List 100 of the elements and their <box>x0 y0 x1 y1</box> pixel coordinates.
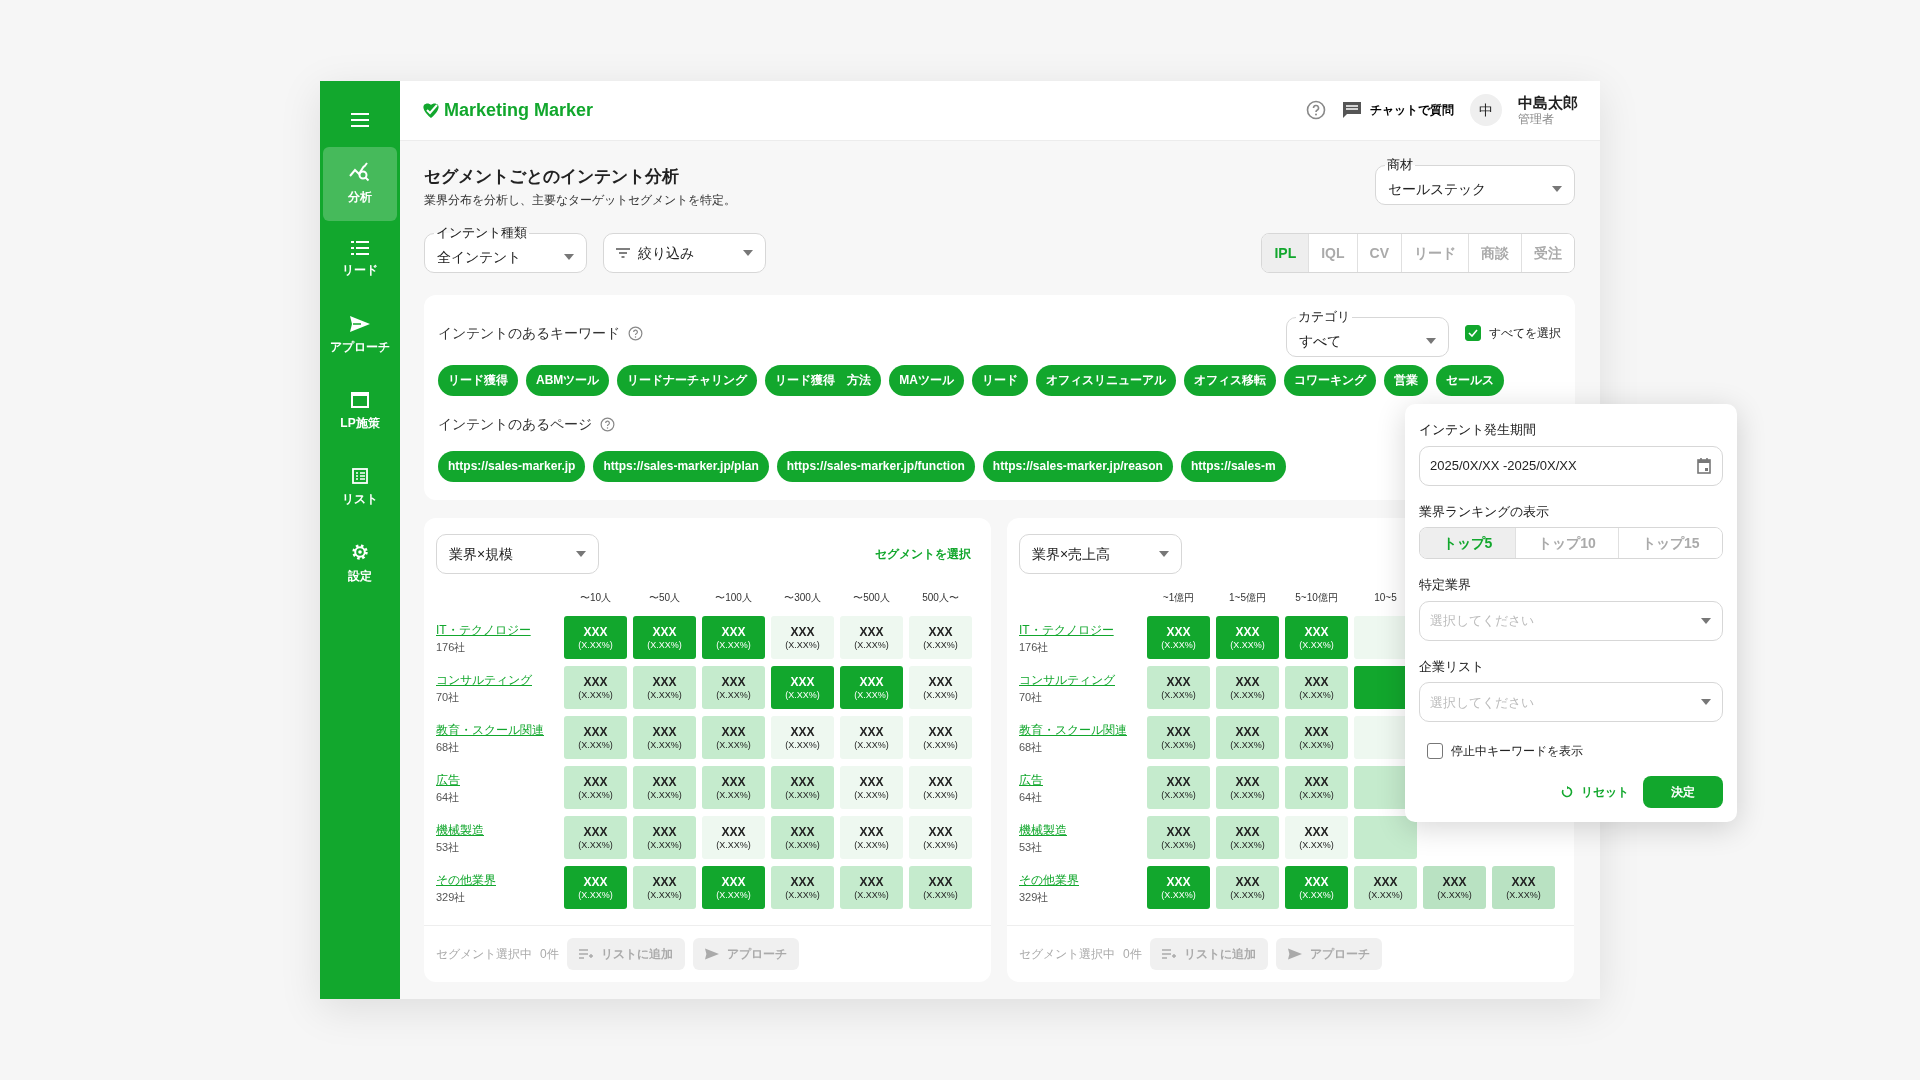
help-icon[interactable] <box>1306 100 1326 121</box>
heatmap-cell[interactable]: XXX (X.XX%) <box>1216 616 1279 660</box>
heatmap-cell[interactable]: XXX (X.XX%) <box>564 766 627 810</box>
segment-select[interactable]: 業界×売上高 <box>1019 534 1182 575</box>
heatmap-cell[interactable]: XXX (X.XX%) <box>633 666 696 710</box>
heatmap-cell[interactable]: XXX (X.XX%) <box>702 616 765 660</box>
industry-link[interactable]: IT・テクノロジー <box>436 620 531 639</box>
heatmap-cell[interactable]: XXX (X.XX%) <box>771 766 834 810</box>
keyword-tag[interactable]: リード獲得 方法 <box>765 365 882 397</box>
heatmap-cell[interactable]: XXX (X.XX%) <box>840 616 903 660</box>
industry-select[interactable]: 選択してください <box>1419 600 1723 641</box>
keyword-tag[interactable]: リード <box>972 365 1028 397</box>
heatmap-cell[interactable]: XXX (X.XX%) <box>633 766 696 810</box>
add-to-list-button[interactable]: リストに追加 <box>566 938 685 971</box>
industry-link[interactable]: コンサルティング <box>1019 670 1115 689</box>
segment-select[interactable]: 業界×規模 <box>436 534 599 575</box>
heatmap-cell[interactable]: XXX (X.XX%) <box>771 666 834 710</box>
heatmap-cell[interactable]: XXX (X.XX%) <box>702 816 765 860</box>
heatmap-cell[interactable]: XXX (X.XX%) <box>633 716 696 760</box>
heatmap-cell[interactable]: XXX (X.XX%) <box>633 616 696 660</box>
apply-button[interactable]: 決定 <box>1643 776 1723 808</box>
heatmap-cell[interactable]: XXX (X.XX%) <box>1285 716 1348 760</box>
keyword-tag[interactable]: 営業 <box>1384 365 1428 397</box>
heatmap-cell[interactable]: XXX (X.XX%) <box>840 866 903 910</box>
heatmap-cell[interactable]: XXX (X.XX%) <box>909 766 972 810</box>
keyword-tag[interactable]: ABMツール <box>526 365 610 397</box>
heatmap-cell[interactable]: XXX (X.XX%) <box>771 816 834 860</box>
industry-link[interactable]: その他業界 <box>436 870 496 889</box>
industry-link[interactable]: IT・テクノロジー <box>1019 620 1114 639</box>
heatmap-cell[interactable]: XXX (X.XX%) <box>1216 766 1279 810</box>
heatmap-cell[interactable]: XXX (X.XX%) <box>1216 816 1279 860</box>
heatmap-cell[interactable]: XXX (X.XX%) <box>909 716 972 760</box>
heatmap-cell[interactable]: XXX (X.XX%) <box>564 816 627 860</box>
heatmap-cell[interactable]: XXX (X.XX%) <box>564 616 627 660</box>
heatmap-cell[interactable]: XXX (X.XX%) <box>840 716 903 760</box>
heatmap-cell[interactable]: XXX (X.XX%) <box>771 716 834 760</box>
heatmap-cell[interactable]: XXX (X.XX%) <box>1285 816 1348 860</box>
heatmap-cell[interactable]: XXX (X.XX%) <box>1216 666 1279 710</box>
industry-link[interactable]: その他業界 <box>1019 870 1079 889</box>
heatmap-cell[interactable]: XXX (X.XX%) <box>1285 616 1348 660</box>
add-to-list-button[interactable]: リストに追加 <box>1149 938 1268 971</box>
checkbox[interactable] <box>1427 743 1443 759</box>
industry-link[interactable]: コンサルティング <box>436 670 532 689</box>
stage-tab[interactable]: IPL <box>1262 234 1309 273</box>
help-icon[interactable] <box>600 417 615 433</box>
heatmap-cell[interactable]: XXX (X.XX%) <box>1492 866 1555 910</box>
heatmap-cell[interactable]: XXX (X.XX%) <box>1216 866 1279 910</box>
stage-tab[interactable]: 受注 <box>1521 234 1574 273</box>
industry-link[interactable]: 教育・スクール関連 <box>1019 720 1127 739</box>
page-url-tag[interactable]: https://sales-m <box>1180 451 1286 483</box>
heatmap-cell[interactable]: XXX (X.XX%) <box>840 766 903 810</box>
heatmap-cell[interactable]: XXX (X.XX%) <box>909 666 972 710</box>
industry-link[interactable]: 教育・スクール関連 <box>436 720 544 739</box>
chat-button[interactable]: チャットで質問 <box>1342 101 1454 120</box>
heatmap-cell[interactable]: XXX (X.XX%) <box>1147 866 1210 910</box>
heatmap-cell[interactable]: XXX (X.XX%) <box>702 766 765 810</box>
checkbox[interactable] <box>1465 325 1481 342</box>
heatmap-cell[interactable]: XXX (X.XX%) <box>909 616 972 660</box>
heatmap-cell[interactable]: XXX (X.XX%) <box>702 666 765 710</box>
sidebar-item[interactable]: 分析 <box>323 147 397 221</box>
industry-link[interactable]: 広告 <box>436 770 460 789</box>
sidebar-item[interactable]: LP施策 <box>323 375 397 449</box>
keyword-tag[interactable]: オフィスリニューアル <box>1036 365 1176 397</box>
page-url-tag[interactable]: https://sales-marker.jp <box>438 451 586 483</box>
page-url-tag[interactable]: https://sales-marker.jp/reason <box>982 451 1173 483</box>
approach-button[interactable]: アプローチ <box>1275 938 1382 971</box>
keyword-tag[interactable]: リード獲得 <box>438 365 518 397</box>
heatmap-cell[interactable]: XXX (X.XX%) <box>1147 616 1210 660</box>
heatmap-cell[interactable]: XXX (X.XX%) <box>633 816 696 860</box>
page-url-tag[interactable]: https://sales-marker.jp/function <box>776 451 975 483</box>
heatmap-cell[interactable]: XXX (X.XX%) <box>1147 716 1210 760</box>
avatar[interactable]: 中 <box>1470 94 1502 127</box>
heatmap-cell[interactable]: XXX (X.XX%) <box>1147 666 1210 710</box>
sidebar-item[interactable]: リード <box>323 223 397 297</box>
heatmap-cell[interactable]: XXX (X.XX%) <box>1285 666 1348 710</box>
reset-button[interactable]: リセット <box>1555 782 1635 802</box>
heatmap-cell[interactable]: XXX (X.XX%) <box>771 616 834 660</box>
keyword-tag[interactable]: オフィス移転 <box>1184 365 1276 397</box>
calendar-icon[interactable] <box>1697 457 1711 474</box>
menu-icon[interactable] <box>350 111 370 128</box>
heatmap-cell[interactable]: XXX (X.XX%) <box>1423 866 1486 910</box>
industry-link[interactable]: 機械製造 <box>436 820 484 839</box>
heatmap-cell[interactable]: XXX (X.XX%) <box>702 866 765 910</box>
heatmap-cell[interactable]: XXX (X.XX%) <box>909 816 972 860</box>
ranking-tab[interactable]: トップ15 <box>1618 528 1722 558</box>
company-list-select[interactable]: 選択してください <box>1419 682 1723 722</box>
keyword-tag[interactable]: MAツール <box>889 365 964 397</box>
heatmap-cell[interactable]: XXX (X.XX%) <box>702 716 765 760</box>
page-url-tag[interactable]: https://sales-marker.jp/plan <box>593 451 769 483</box>
keyword-tag[interactable]: コワーキング <box>1284 365 1376 397</box>
heatmap-cell[interactable]: XXX (X.XX%) <box>1147 766 1210 810</box>
heatmap-cell[interactable] <box>1354 816 1417 860</box>
heatmap-cell[interactable]: XXX (X.XX%) <box>1216 716 1279 760</box>
date-range-field[interactable]: 2025/0X/XX -2025/0X/XX <box>1419 445 1723 486</box>
sidebar-item[interactable]: アプローチ <box>323 299 397 373</box>
checkbox-label[interactable]: すべてを選択 <box>1489 324 1561 343</box>
checkbox-label[interactable]: 停止中キーワードを表示 <box>1451 742 1583 760</box>
heatmap-cell[interactable]: XXX (X.XX%) <box>1147 816 1210 860</box>
heatmap-cell[interactable]: XXX (X.XX%) <box>564 666 627 710</box>
heatmap-cell[interactable]: XXX (X.XX%) <box>1354 866 1417 910</box>
